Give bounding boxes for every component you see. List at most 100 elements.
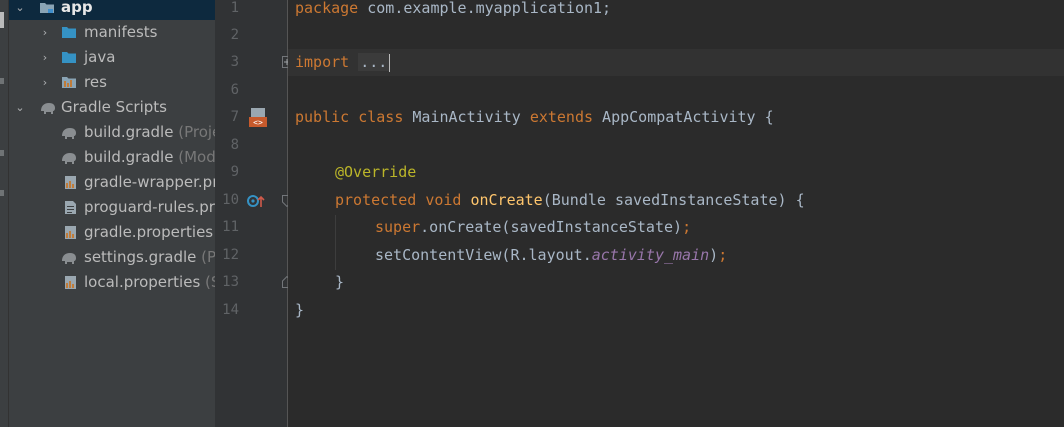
tree-item-gradle-wrapper-properties[interactable]: gradle-wrapper.pı [9,170,215,195]
tree-item-build-gradle-module[interactable]: build.gradle (Mod [9,145,215,170]
strip-marker [0,150,4,156]
code-text: ) [709,246,719,264]
gradle-elephant-icon [62,153,76,164]
code-line-12: setContentView(R.layout.activity_main); [375,242,727,269]
chevron-right-icon[interactable]: › [39,45,51,70]
tree-item-gradle-scripts[interactable]: ⌄ Gradle Scripts [9,95,215,120]
folder-icon [62,52,76,63]
code-text: .onCreate(savedInstanceState) [420,218,683,236]
semicolon: ; [682,218,692,236]
tree-item-build-gradle-project[interactable]: build.gradle (Proje [9,120,215,145]
project-tree: ⌄ app › manifests › java › res ⌄ Gradle … [9,0,215,427]
text-caret [389,53,391,72]
keyword: public [295,108,350,126]
tool-window-strip[interactable] [0,0,9,427]
tree-item-suffix: (Proje [178,123,215,141]
code-line-13: } [335,269,344,296]
tree-item-label: local.properties [84,273,201,291]
code-text: setContentView(R.layout. [375,246,592,264]
resource-folder-icon [62,77,76,88]
line-number: 6 [230,82,239,98]
code-text: AppCompatActivity { [593,108,774,126]
tree-item-suffix: (Pı [201,248,215,266]
strip-marker [0,78,4,84]
keyword: import [295,53,350,71]
override-method-icon[interactable] [246,193,266,209]
module-folder-icon [40,3,54,13]
indent-guide [335,215,336,270]
semicolon: ; [718,246,728,264]
tree-item-res[interactable]: › res [9,70,215,95]
code-text: com.example.myapplication1; [358,0,612,17]
code-text: (Bundle savedInstanceState) { [542,191,805,209]
properties-file-icon [65,176,76,189]
chevron-down-icon[interactable]: ⌄ [14,95,26,120]
tree-item-label: gradle.properties [84,223,214,241]
line-number: 9 [230,164,239,180]
code-line-9: @Override [335,159,416,186]
line-number: 13 [222,274,239,290]
text-file-icon [65,201,76,214]
tree-item-label: Gradle Scripts [61,98,167,116]
code-line-10: protected void onCreate(Bundle savedInst… [335,187,805,214]
project-tab-marker[interactable] [0,12,4,28]
chevron-down-icon[interactable]: ⌄ [14,0,26,20]
tree-item-local-properties[interactable]: local.properties (S [9,270,215,295]
line-number: 11 [222,219,239,235]
tree-item-java[interactable]: › java [9,45,215,70]
line-number: 3 [230,54,239,70]
annotation: @Override [335,163,417,181]
tree-item-label: settings.gradle [84,248,197,266]
tree-item-proguard-rules[interactable]: proguard-rules.pr [9,195,215,220]
tree-item-label: manifests [84,23,158,41]
code-editor[interactable]: package com.example.myapplication1; impo… [288,0,1064,427]
class-name: MainActivity [403,108,530,126]
tree-item-label: java [84,48,116,66]
keyword: super [375,218,421,236]
tree-item-label: app [61,0,93,16]
folder-icon [62,27,76,38]
line-number: 10 [222,192,239,208]
keyword: extends [529,108,594,126]
tree-item-gradle-properties[interactable]: gradle.properties [9,220,215,245]
line-number: 7 [230,109,239,125]
properties-file-icon [65,226,76,239]
keyword: package [295,0,359,17]
gradle-elephant-icon [62,128,76,139]
chevron-right-icon[interactable]: › [39,70,51,95]
layout-activity-icon[interactable]: <> [248,107,268,128]
svg-text:<>: <> [253,118,263,127]
line-number: 1 [230,0,239,16]
line-number: 14 [222,302,239,318]
code-line-3: import ... [288,49,1064,76]
editor-gutter[interactable]: 1 2 3 6 7 8 9 10 11 12 13 14 <> [215,0,292,427]
chevron-right-icon[interactable]: › [39,20,51,45]
tree-item-suffix: (S [205,273,215,291]
code-line-11: super.onCreate(savedInstanceState); [375,214,691,241]
gradle-elephant-icon [41,103,55,114]
tree-item-suffix: (Mod [173,148,215,166]
tree-item-label: build.gradle [84,148,174,166]
closing-brace: } [295,301,305,319]
line-number: 12 [222,247,239,263]
line-number: 8 [230,137,239,153]
closing-brace: } [335,273,345,291]
tree-item-app[interactable]: ⌄ app [9,0,215,20]
method-name: onCreate [470,191,543,209]
keyword: protected [335,191,417,209]
folded-imports[interactable]: ... [358,53,390,71]
gradle-elephant-icon [62,253,76,264]
tree-item-label: proguard-rules.pr [84,198,215,216]
code-line-14: } [295,297,304,324]
strip-marker [0,190,4,196]
keyword: class [358,108,404,126]
tree-item-settings-gradle[interactable]: settings.gradle (Pı [9,245,215,270]
field-name: activity_main [591,246,710,264]
tree-item-manifests[interactable]: › manifests [9,20,215,45]
line-number: 2 [230,27,239,43]
code-line-7: public class MainActivity extends AppCom… [295,104,774,131]
tree-item-label: build.gradle [84,123,174,141]
properties-file-icon [65,276,76,289]
tree-item-label: gradle-wrapper.pı [84,173,215,191]
keyword: void [425,191,462,209]
